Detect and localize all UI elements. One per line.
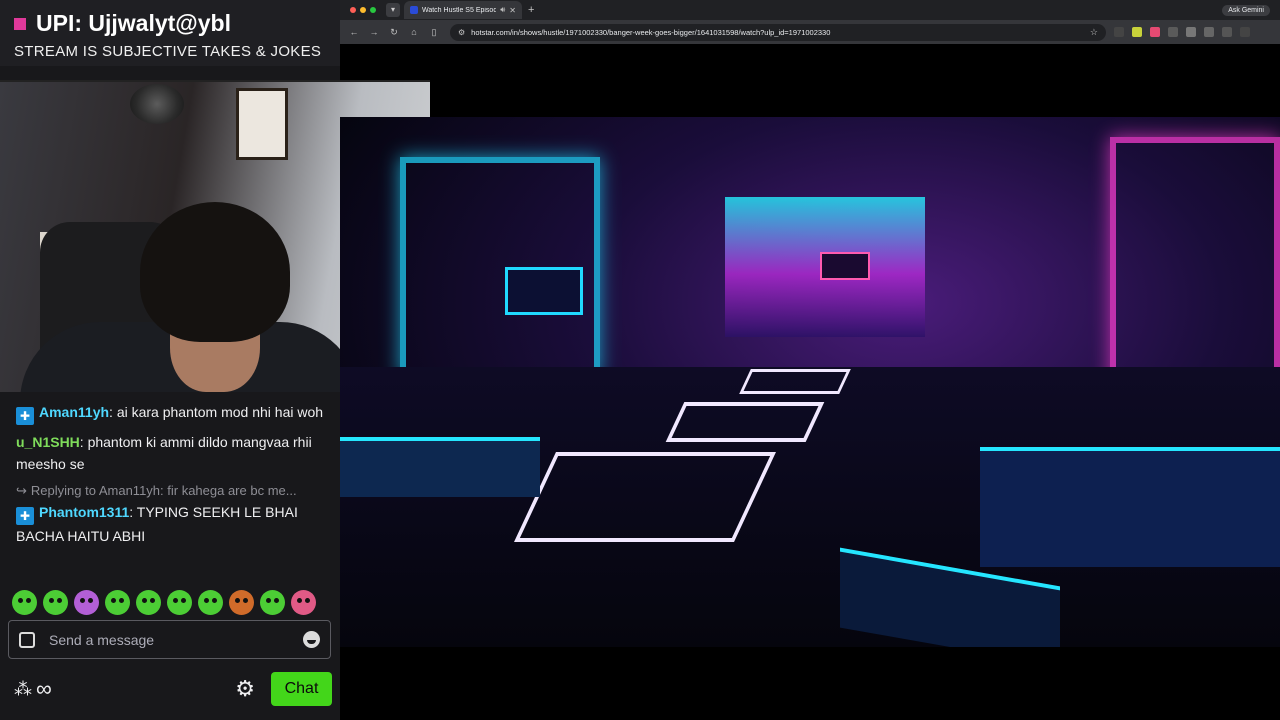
stream-tagline: STREAM IS SUBJECTIVE TAKES & JOKES <box>14 43 322 60</box>
tab-search-icon[interactable]: ▾ <box>386 3 400 17</box>
puzzle-icon[interactable] <box>1186 27 1196 37</box>
upi-square-icon <box>14 17 26 30</box>
moderator-badge-icon[interactable]: ✚ <box>16 507 34 525</box>
emote-icon[interactable] <box>260 590 285 615</box>
chat-message: ✚ Aman11yh: ai kara phantom mod nhi hai w… <box>16 401 328 425</box>
reply-arrow-icon: ↪ <box>16 483 27 498</box>
chat-username[interactable]: Aman11yh <box>39 404 109 420</box>
emote-icon[interactable] <box>167 590 192 615</box>
emote-icon[interactable] <box>291 590 316 615</box>
emote-icon[interactable] <box>12 590 37 615</box>
channel-points-icon[interactable]: ⁂ <box>14 679 32 700</box>
forward-icon[interactable]: → <box>368 27 380 37</box>
address-bar[interactable]: ⚙ hotstar.com/in/shows/hustle/1971002330… <box>450 23 1106 41</box>
site-info-icon[interactable]: ⚙ <box>458 28 465 37</box>
chat-message: ✚ Phantom1311: TYPING SEEKH LE BHAI BACHA… <box>16 501 328 547</box>
extension-icon[interactable] <box>1150 27 1160 37</box>
chat-message: u_N1SHH: phantom ki ammi dildo mangvaa r… <box>16 431 328 475</box>
floor-tile-image <box>739 369 851 394</box>
emote-icon[interactable] <box>43 590 68 615</box>
close-window-icon[interactable] <box>350 7 356 13</box>
gear-icon[interactable]: ⚙ <box>235 676 255 702</box>
floor-tile-image <box>514 452 776 542</box>
emote-icon[interactable] <box>229 590 254 615</box>
chat-username[interactable]: u_N1SHH <box>16 434 80 450</box>
upi-line: UPI: Ujjwalyt@ybl <box>14 10 328 37</box>
video-player[interactable] <box>340 117 1280 647</box>
extension-icon[interactable] <box>1132 27 1142 37</box>
emote-icon[interactable] <box>198 590 223 615</box>
moderator-badge-icon[interactable]: ✚ <box>16 407 34 425</box>
hotstar-favicon-icon <box>410 6 418 14</box>
emoji-picker-icon[interactable] <box>303 631 320 648</box>
infinity-icon[interactable]: ∞ <box>36 676 52 702</box>
back-icon[interactable]: ← <box>348 27 360 37</box>
home-icon[interactable]: ⌂ <box>408 27 420 37</box>
maximize-window-icon[interactable] <box>370 7 376 13</box>
chat-username[interactable]: Phantom1311 <box>39 504 129 520</box>
judges-desk-right-image <box>980 447 1280 567</box>
speaker-icon[interactable]: 🔊︎ <box>500 5 505 15</box>
tab-title: Watch Hustle S5 Episode <box>422 6 497 14</box>
sidebar-icon[interactable]: ▯ <box>428 27 440 38</box>
reload-icon[interactable]: ↻ <box>388 27 400 38</box>
tab-bar: ▾ Watch Hustle S5 Episode 🔊︎ ✕ + Ask Gem… <box>340 0 1280 20</box>
upi-text: UPI: Ujjwalyt@ybl <box>36 10 231 36</box>
streamer-hair-image <box>140 202 290 342</box>
download-icon[interactable] <box>1204 27 1214 37</box>
browser-toolbar: ← → ↻ ⌂ ▯ ⚙ hotstar.com/in/shows/hustle/… <box>340 20 1280 44</box>
reply-text: Replying to Aman11yh: fir kahega are bc … <box>30 483 297 498</box>
close-icon[interactable]: ✕ <box>509 6 516 15</box>
tab-hotstar[interactable]: Watch Hustle S5 Episode 🔊︎ ✕ <box>404 1 522 19</box>
extension-icon[interactable] <box>1114 27 1124 37</box>
url-text[interactable]: hotstar.com/in/shows/hustle/1971002330/b… <box>471 28 1084 37</box>
badge-picker-icon[interactable] <box>19 631 35 648</box>
dartboard-image <box>130 84 184 124</box>
emote-icon[interactable] <box>74 590 99 615</box>
wall-art-image <box>236 88 288 160</box>
chat-send-button[interactable]: Chat <box>271 672 332 706</box>
bookmark-star-icon[interactable]: ☆ <box>1090 27 1098 38</box>
minimize-window-icon[interactable] <box>360 7 366 13</box>
ask-gemini-button[interactable]: Ask Gemini <box>1222 4 1270 16</box>
emote-icon[interactable] <box>136 590 161 615</box>
floor-tile-image <box>665 402 825 442</box>
chat-input[interactable] <box>49 631 303 648</box>
chat-text: : ai kara phantom mod nhi hai woh <box>109 404 324 420</box>
browser-window: ▾ Watch Hustle S5 Episode 🔊︎ ✕ + Ask Gem… <box>340 0 1280 44</box>
chat-footer: ⁂ ∞ ⚙ Chat <box>14 672 332 706</box>
judges-desk-left-image <box>340 437 540 497</box>
upi-banner: UPI: Ujjwalyt@ybl STREAM IS SUBJECTIVE T… <box>0 0 340 66</box>
chat-log: ✚ Aman11yh: ai kara phantom mod nhi hai w… <box>0 395 340 547</box>
reply-context[interactable]: ↪ Replying to Aman11yh: fir kahega are bc… <box>16 483 328 499</box>
extension-icon[interactable] <box>1168 27 1178 37</box>
emote-row <box>12 590 316 615</box>
menu-dots-icon[interactable] <box>1240 27 1250 37</box>
show-logo-image <box>820 252 870 280</box>
new-tab-icon[interactable]: + <box>528 4 534 16</box>
emote-icon[interactable] <box>105 590 130 615</box>
stage-sign-image <box>505 267 583 315</box>
chat-message-box[interactable] <box>8 620 331 659</box>
profile-icon[interactable] <box>1222 27 1232 37</box>
